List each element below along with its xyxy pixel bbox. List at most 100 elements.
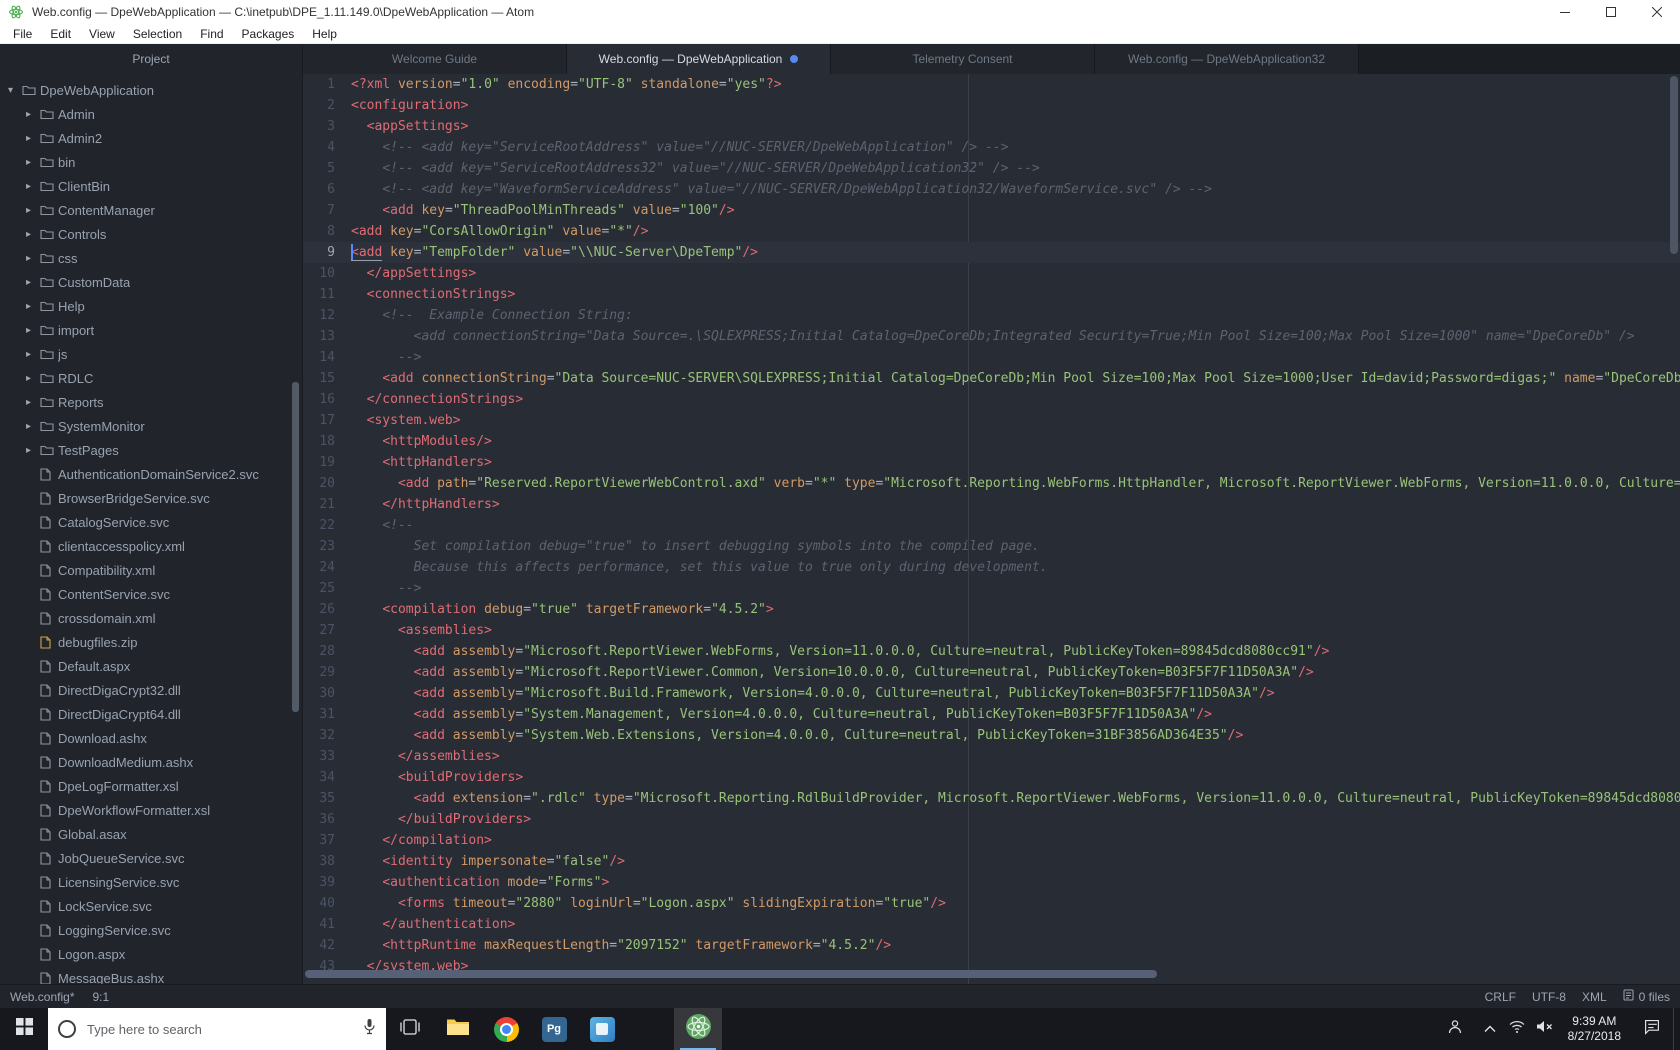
code-line[interactable]: 40 <forms timeout="2880" loginUrl="Logon… — [303, 893, 1680, 914]
tree-item-root[interactable]: ▾ DpeWebApplication — [0, 78, 302, 102]
start-button[interactable] — [0, 1008, 48, 1050]
tree-item-folder[interactable]: ▸ css — [0, 246, 302, 270]
tree-item-file[interactable]: LicensingService.svc — [0, 870, 302, 894]
line-number[interactable]: 27 — [303, 620, 343, 641]
code-line[interactable]: 9 <add key="TempFolder" value="\\NUC-Serv… — [303, 242, 1680, 263]
tree-item-folder[interactable]: ▸ SystemMonitor — [0, 414, 302, 438]
volume-tray-button[interactable] — [1531, 1008, 1558, 1050]
line-number[interactable]: 6 — [303, 179, 343, 200]
line-number[interactable]: 36 — [303, 809, 343, 830]
code-line[interactable]: 25 --> — [303, 578, 1680, 599]
code-line[interactable]: 18 <httpModules/> — [303, 431, 1680, 452]
show-desktop-button[interactable] — [1673, 1008, 1680, 1050]
line-number[interactable]: 21 — [303, 494, 343, 515]
line-number[interactable]: 4 — [303, 137, 343, 158]
code-line[interactable]: 23 Set compilation debug="true" to inser… — [303, 536, 1680, 557]
vertical-scrollbar[interactable] — [1670, 76, 1678, 254]
tab[interactable]: Welcome Guide — [303, 44, 567, 74]
line-number[interactable]: 17 — [303, 410, 343, 431]
minimize-button[interactable] — [1542, 0, 1588, 24]
status-line-ending[interactable]: CRLF — [1485, 990, 1516, 1004]
line-number[interactable]: 37 — [303, 830, 343, 851]
maximize-button[interactable] — [1588, 0, 1634, 24]
line-number[interactable]: 28 — [303, 641, 343, 662]
sidebar-header[interactable]: Project — [0, 44, 302, 74]
tree-item-file[interactable]: Global.asax — [0, 822, 302, 846]
tree-item-file[interactable]: Compatibility.xml — [0, 558, 302, 582]
menu-selection[interactable]: Selection — [124, 24, 191, 44]
code-line[interactable]: 2 <configuration> — [303, 95, 1680, 116]
code-line[interactable]: 6 <!-- <add key="WaveformServiceAddress"… — [303, 179, 1680, 200]
line-number[interactable]: 12 — [303, 305, 343, 326]
line-number[interactable]: 14 — [303, 347, 343, 368]
line-number[interactable]: 11 — [303, 284, 343, 305]
editor[interactable]: 1 <?xml version="1.0" encoding="UTF-8" st… — [303, 74, 1680, 984]
code-line[interactable]: 24 Because this affects performance, set… — [303, 557, 1680, 578]
code-line[interactable]: 41 </authentication> — [303, 914, 1680, 935]
status-encoding[interactable]: UTF-8 — [1532, 990, 1566, 1004]
close-button[interactable] — [1634, 0, 1680, 24]
line-number[interactable]: 7 — [303, 200, 343, 221]
tree-item-folder[interactable]: ▸ js — [0, 342, 302, 366]
line-number[interactable]: 23 — [303, 536, 343, 557]
menu-view[interactable]: View — [80, 24, 124, 44]
code-line[interactable]: 35 <add extension=".rdlc" type="Microsof… — [303, 788, 1680, 809]
tree-item-file[interactable]: LockService.svc — [0, 894, 302, 918]
code-line[interactable]: 16 </connectionStrings> — [303, 389, 1680, 410]
code-line[interactable]: 7 <add key="ThreadPoolMinThreads" value=… — [303, 200, 1680, 221]
line-number[interactable]: 16 — [303, 389, 343, 410]
line-number[interactable]: 18 — [303, 431, 343, 452]
menu-find[interactable]: Find — [191, 24, 232, 44]
people-tray-button[interactable] — [1442, 1008, 1469, 1050]
code-line[interactable]: 27 <assemblies> — [303, 620, 1680, 641]
code-line[interactable]: 5 <!-- <add key="ServiceRootAddress32" v… — [303, 158, 1680, 179]
tree-item-file[interactable]: LoggingService.svc — [0, 918, 302, 942]
git-status[interactable]: 0 files — [1623, 989, 1670, 1004]
tree-item-file[interactable]: JobQueueService.svc — [0, 846, 302, 870]
network-tray-button[interactable] — [1504, 1008, 1531, 1050]
tree-item-file[interactable]: clientaccesspolicy.xml — [0, 534, 302, 558]
line-number[interactable]: 10 — [303, 263, 343, 284]
task-view-button[interactable] — [386, 1008, 434, 1050]
tree-item-folder[interactable]: ▸ Help — [0, 294, 302, 318]
tree-item-file[interactable]: DpeWorkflowFormatter.xsl — [0, 798, 302, 822]
code-line[interactable]: 13 <add connectionString="Data Source=.\… — [303, 326, 1680, 347]
tree-item-folder[interactable]: ▸ Controls — [0, 222, 302, 246]
tree-item-folder[interactable]: ▸ Admin2 — [0, 126, 302, 150]
code-line[interactable]: 22 <!-- — [303, 515, 1680, 536]
line-number[interactable]: 20 — [303, 473, 343, 494]
code-line[interactable]: 19 <httpHandlers> — [303, 452, 1680, 473]
line-number[interactable]: 1 — [303, 74, 343, 95]
chrome-button[interactable] — [482, 1008, 530, 1050]
tree-item-folder[interactable]: ▸ TestPages — [0, 438, 302, 462]
code-line[interactable]: 34 <buildProviders> — [303, 767, 1680, 788]
code-line[interactable]: 33 </assemblies> — [303, 746, 1680, 767]
line-number[interactable]: 38 — [303, 851, 343, 872]
tree-item-file[interactable]: DirectDigaCrypt64.dll — [0, 702, 302, 726]
tree-item-file[interactable]: DpeLogFormatter.xsl — [0, 774, 302, 798]
tree-item-folder[interactable]: ▸ import — [0, 318, 302, 342]
tree-item-file[interactable]: CatalogService.svc — [0, 510, 302, 534]
code-line[interactable]: 30 <add assembly="Microsoft.Build.Framew… — [303, 683, 1680, 704]
menu-packages[interactable]: Packages — [233, 24, 304, 44]
code-line[interactable]: 28 <add assembly="Microsoft.ReportViewer… — [303, 641, 1680, 662]
status-grammar[interactable]: XML — [1582, 990, 1607, 1004]
tree-item-folder[interactable]: ▸ bin — [0, 150, 302, 174]
tab[interactable]: Web.config — DpeWebApplication32 — [1095, 44, 1359, 74]
action-center-button[interactable] — [1631, 1008, 1673, 1050]
tree-item-file[interactable]: Logon.aspx — [0, 942, 302, 966]
line-number[interactable]: 24 — [303, 557, 343, 578]
blue-app-button[interactable] — [578, 1008, 626, 1050]
horizontal-scrollbar[interactable] — [305, 970, 1157, 978]
line-number[interactable]: 41 — [303, 914, 343, 935]
code-line[interactable]: 11 <connectionStrings> — [303, 284, 1680, 305]
code-line[interactable]: 29 <add assembly="Microsoft.ReportViewer… — [303, 662, 1680, 683]
pgadmin-button[interactable]: Pg — [530, 1008, 578, 1050]
tree-item-file[interactable]: BrowserBridgeService.svc — [0, 486, 302, 510]
line-number[interactable]: 9 — [303, 242, 343, 263]
line-number[interactable]: 26 — [303, 599, 343, 620]
firefox-button[interactable] — [626, 1008, 674, 1050]
tree-item-file[interactable]: Default.aspx — [0, 654, 302, 678]
tree-scrollbar[interactable] — [292, 382, 299, 712]
line-number[interactable]: 8 — [303, 221, 343, 242]
